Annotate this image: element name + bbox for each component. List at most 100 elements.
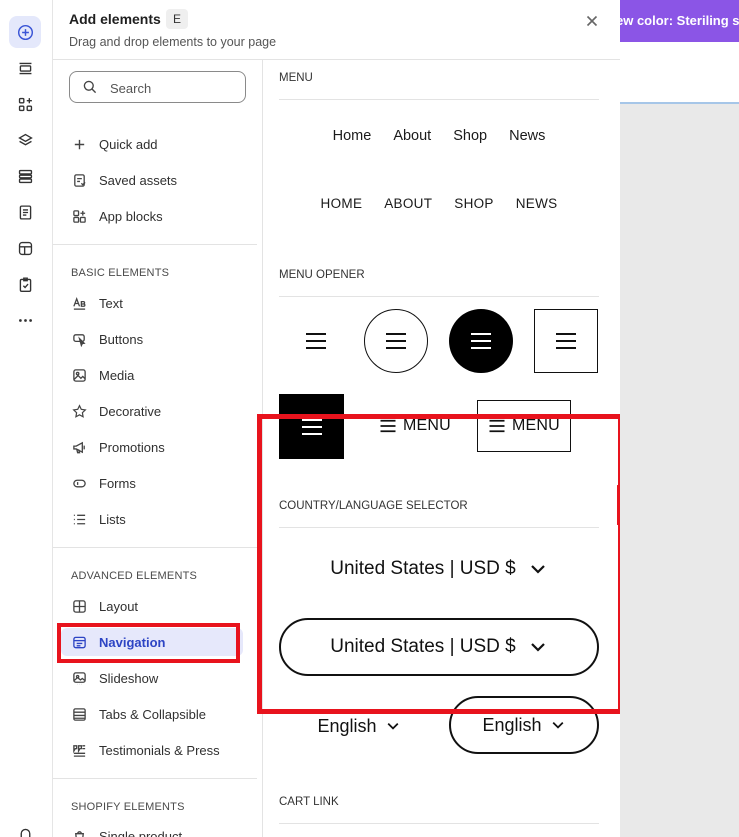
country-selector-highlight-box: [257, 414, 623, 714]
more-icon: [18, 318, 32, 322]
megaphone-icon: [71, 439, 87, 455]
category-decorative[interactable]: Decorative: [61, 397, 243, 425]
page-canvas: [620, 0, 739, 837]
chevron-down-icon: [552, 721, 563, 729]
category-quick-add[interactable]: Quick add: [61, 130, 243, 158]
category-media[interactable]: Media: [61, 361, 243, 389]
announcement-bar: ew color: Steriling s: [620, 0, 739, 42]
checklist-icon: [19, 276, 31, 292]
menu-item: SHOP: [454, 196, 494, 211]
bell-icon: [20, 828, 30, 837]
list-icon: [71, 511, 87, 527]
category-lists[interactable]: Lists: [61, 505, 243, 533]
hamburger-icon: [556, 333, 576, 349]
category-label: Quick add: [99, 136, 158, 152]
category-label: Single product: [99, 828, 183, 837]
header-rail-button[interactable]: [9, 52, 41, 84]
search-input[interactable]: [110, 78, 240, 98]
menu-item: Shop: [453, 128, 488, 144]
close-icon[interactable]: [583, 12, 601, 30]
category-label: Decorative: [99, 403, 162, 419]
category-buttons[interactable]: Buttons: [61, 325, 243, 353]
layers-icon: [17, 133, 33, 146]
add-icon: [17, 24, 33, 40]
menu-item: NEWS: [515, 196, 558, 211]
category-app-blocks[interactable]: App blocks: [61, 202, 243, 230]
divider: [53, 547, 257, 548]
layers-rail-button[interactable]: [9, 124, 41, 156]
add-elements-rail-button[interactable]: [9, 16, 41, 48]
category-forms[interactable]: Forms: [61, 469, 243, 497]
category-label: Slideshow: [99, 670, 159, 686]
notifications-rail-button[interactable]: [9, 818, 41, 837]
menu-item: About: [393, 128, 432, 144]
star-icon: [71, 403, 87, 419]
button-cursor-icon: [71, 331, 87, 347]
testimonials-icon: [71, 742, 87, 758]
menu-preview-caps[interactable]: HOME ABOUT SHOP NEWS: [279, 196, 599, 211]
divider: [53, 778, 257, 779]
category-promotions[interactable]: Promotions: [61, 433, 243, 461]
announcement-text: ew color: Steriling s: [620, 13, 739, 28]
category-label: Text: [99, 295, 123, 311]
divider: [279, 823, 599, 824]
menu-opener-plain[interactable]: [284, 309, 348, 373]
menu-item: News: [509, 128, 546, 144]
category-label: Saved assets: [99, 172, 178, 188]
sections-icon: [18, 169, 32, 183]
category-single-product[interactable]: Single product: [61, 822, 243, 837]
sections-rail-button[interactable]: [9, 160, 41, 192]
category-saved-assets[interactable]: Saved assets: [61, 166, 243, 194]
category-label: Tabs & Collapsible: [99, 706, 206, 722]
menu-opener-square-outline[interactable]: [534, 309, 598, 373]
category-label: Promotions: [99, 439, 165, 455]
search-icon: [83, 80, 97, 94]
form-icon: [71, 475, 87, 491]
header-section-icon: [19, 62, 31, 74]
menu-heading: MENU: [279, 72, 313, 84]
more-rail-button[interactable]: [9, 304, 41, 336]
layout-grid-icon: [71, 598, 87, 614]
category-label: Testimonials & Press: [99, 742, 220, 758]
category-list: Quick add Saved assets App blocks BASIC …: [53, 60, 263, 837]
category-tabs-collapsible[interactable]: Tabs & Collapsible: [61, 700, 243, 728]
cart-link-heading: CART LINK: [279, 796, 339, 808]
divider: [53, 244, 257, 245]
category-text[interactable]: Text: [61, 289, 243, 317]
divider: [279, 296, 599, 297]
category-slideshow[interactable]: Slideshow: [61, 664, 243, 692]
plus-icon: [71, 136, 87, 152]
category-label: Layout: [99, 598, 139, 614]
navigation-highlight-box: [57, 623, 240, 663]
section-heading-basic: BASIC ELEMENTS: [71, 267, 170, 279]
theme-icon: [18, 241, 32, 255]
search-box[interactable]: [69, 71, 246, 103]
hamburger-icon: [386, 333, 406, 349]
slideshow-icon: [71, 670, 87, 686]
apps-rail-button[interactable]: [9, 88, 41, 120]
menu-item: ABOUT: [384, 196, 433, 211]
pages-rail-button[interactable]: [9, 196, 41, 228]
tabs-icon: [71, 706, 87, 722]
menu-opener-heading: MENU OPENER: [279, 269, 365, 281]
menu-opener-circle-filled[interactable]: [449, 309, 513, 373]
saved-assets-icon: [71, 172, 87, 188]
section-heading-shopify: SHOPIFY ELEMENTS: [71, 801, 185, 813]
category-layout[interactable]: Layout: [61, 592, 243, 620]
left-rail: [0, 0, 53, 837]
text-icon: [71, 295, 87, 311]
panel-header: Add elements E Drag and drop elements to…: [53, 0, 620, 60]
category-label: Lists: [99, 511, 126, 527]
menu-opener-circle-outline[interactable]: [364, 309, 428, 373]
menu-item: Home: [332, 128, 372, 144]
checklist-rail-button[interactable]: [9, 268, 41, 300]
product-icon: [71, 828, 87, 837]
pages-icon: [19, 204, 31, 220]
panel-subtitle: Drag and drop elements to your page: [69, 35, 277, 49]
menu-preview-regular[interactable]: Home About Shop News: [279, 128, 599, 144]
section-heading-advanced: ADVANCED ELEMENTS: [71, 570, 198, 582]
hamburger-icon: [471, 333, 491, 349]
chevron-down-icon: [387, 722, 398, 730]
theme-rail-button[interactable]: [9, 232, 41, 264]
category-testimonials-press[interactable]: Testimonials & Press: [61, 736, 243, 764]
